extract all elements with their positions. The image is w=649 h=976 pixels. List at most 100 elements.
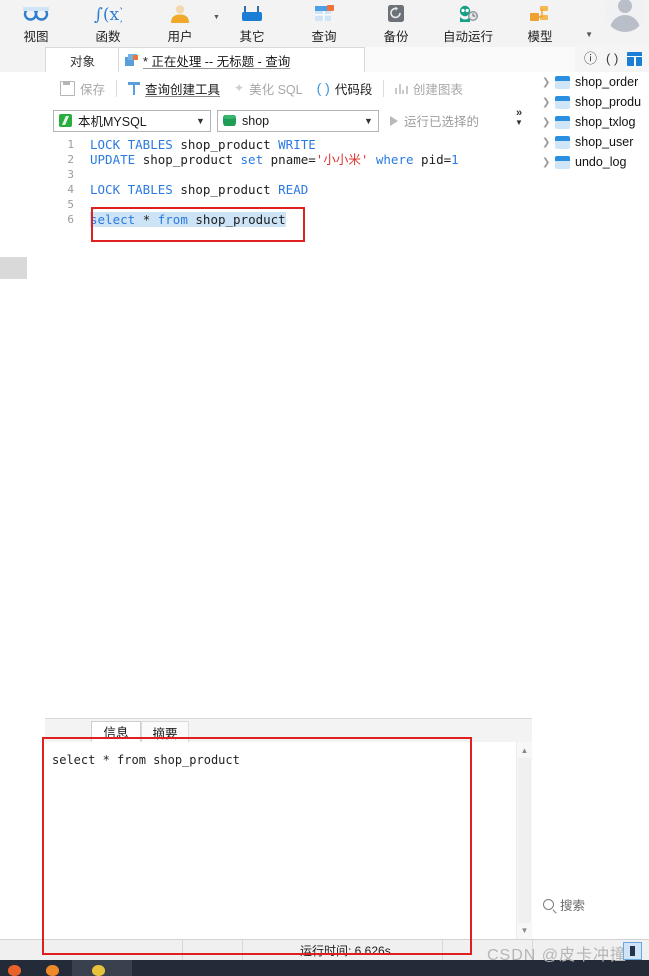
token-number: 1 <box>451 152 459 167</box>
editor-gutter: 1 2 3 4 5 6 <box>45 137 81 718</box>
ribbon-button-function[interactable]: ∫(x) 函数 <box>72 0 144 45</box>
chevron-down-icon[interactable]: ▼ <box>191 111 210 131</box>
line-number: 1 <box>67 138 74 151</box>
other-dropdown-caret-icon[interactable]: ▼ <box>212 13 221 22</box>
create-chart-button[interactable]: 创建图表 <box>388 72 470 104</box>
save-label: 保存 <box>80 82 106 97</box>
database-icon <box>223 114 236 127</box>
chevron-right-icon[interactable]: ❯ <box>542 137 550 148</box>
status-cell-2 <box>182 940 243 961</box>
token-keyword: READ <box>270 182 309 197</box>
tree-item-shop-txlog[interactable]: ❯ shop_txlog <box>532 112 649 132</box>
scrollbar-thumb[interactable] <box>518 758 531 923</box>
search-input[interactable]: 搜索 <box>532 891 649 917</box>
code-line-6: select * from shop_product <box>84 212 532 227</box>
play-icon <box>390 115 398 126</box>
table-icon <box>555 95 570 109</box>
token-keyword: where <box>368 152 422 167</box>
tab-info-label: 信息 <box>103 726 129 740</box>
result-message-panel[interactable]: select * from shop_product ▲ ▼ <box>45 742 533 939</box>
tree-item-undo-log[interactable]: ❯ undo_log <box>532 152 649 172</box>
beautify-sql-button[interactable]: ✦ 美化 SQL <box>227 72 310 104</box>
toolbar-separator <box>116 79 118 97</box>
grid-view-icon[interactable] <box>627 51 643 66</box>
taskbar-item-2[interactable] <box>42 962 66 976</box>
toolbar-overflow-button[interactable]: » ▼ <box>510 108 528 128</box>
table-icon <box>555 115 570 129</box>
collapsed-panel-handle[interactable] <box>0 257 27 279</box>
code-line-4: LOCK TABLES shop_product READ <box>84 182 532 197</box>
save-button[interactable]: 保存 <box>53 72 112 104</box>
run-selected-label: 运行已选择的 <box>404 115 480 129</box>
token-column: pid= <box>421 152 452 167</box>
query-builder-button[interactable]: 查询创建工具 <box>121 72 227 104</box>
ribbon-button-model[interactable]: 模型 <box>504 0 576 45</box>
scroll-up-icon[interactable]: ▲ <box>517 743 532 758</box>
taskbar-item-3[interactable] <box>88 962 112 976</box>
token-keyword: WRITE <box>270 137 316 152</box>
chevron-down-icon-2[interactable]: ▼ <box>359 111 378 131</box>
database-select[interactable]: shop ▼ <box>217 109 379 132</box>
result-tab-bar: 信息 摘要 <box>45 719 532 743</box>
tree-item-shop-product[interactable]: ❯ shop_produ <box>532 92 649 112</box>
avatar-body <box>610 15 640 32</box>
tree-item-shop-user[interactable]: ❯ shop_user <box>532 132 649 152</box>
ribbon-button-query[interactable]: 查询 <box>288 0 360 45</box>
avatar-head <box>618 0 632 13</box>
tab-info[interactable]: 信息 <box>91 721 141 742</box>
token-identifier: shop_product <box>195 212 286 227</box>
table-icon <box>555 155 570 169</box>
tab-object[interactable]: 对象 <box>45 47 120 73</box>
run-time-label: 运行时间: 6.626s <box>300 944 391 958</box>
other-icon <box>240 2 264 25</box>
chevron-right-icon[interactable]: ❯ <box>542 77 550 88</box>
editor-code-area[interactable]: LOCK TABLES shop_product WRITE UPDATE sh… <box>84 137 532 718</box>
chevron-right-icon[interactable]: ❯ <box>542 157 550 168</box>
ribbon-expand-caret-icon[interactable]: ▼ <box>585 30 593 39</box>
ribbon-label-query: 查询 <box>311 30 337 44</box>
query-builder-label: 查询创建工具 <box>145 82 221 97</box>
token-star: * <box>142 212 158 227</box>
save-icon <box>60 80 75 96</box>
watermark-text: CSDN @皮卡冲撞 <box>487 947 628 964</box>
ribbon-button-user[interactable]: 用户 <box>144 0 216 45</box>
ribbon-button-view[interactable]: 视图 <box>0 0 72 45</box>
ribbon-label-function: 函数 <box>95 30 121 44</box>
result-scrollbar[interactable]: ▲ ▼ <box>516 742 532 939</box>
overflow-caret-icon: ▼ <box>515 118 523 127</box>
scroll-down-icon[interactable]: ▼ <box>517 923 532 938</box>
avatar[interactable] <box>605 0 645 32</box>
database-value: shop <box>242 113 270 128</box>
editor-toolbar-primary: 保存 查询创建工具 ✦ 美化 SQL ( ) 代码段 创建图表 <box>45 72 532 104</box>
line-number: 5 <box>67 198 74 211</box>
ribbon-label-backup: 备份 <box>383 30 409 44</box>
table-icon <box>555 75 570 89</box>
run-selected-button[interactable]: 运行已选择的 <box>390 111 479 130</box>
tree-item-label: shop_txlog <box>575 115 636 129</box>
connection-value: 本机MYSQL <box>78 115 147 129</box>
info-icon[interactable]: ⓘ <box>584 52 597 65</box>
token-keyword: set <box>233 152 271 167</box>
query-builder-icon <box>128 81 141 95</box>
code-snippet-button[interactable]: ( ) 代码段 <box>310 72 380 104</box>
tree-item-shop-order[interactable]: ❯ shop_order <box>532 72 649 92</box>
connection-select[interactable]: 本机MYSQL ▼ <box>53 109 211 132</box>
tab-summary-label: 摘要 <box>152 726 178 741</box>
tab-summary[interactable]: 摘要 <box>141 721 189 742</box>
chevron-right-icon[interactable]: ❯ <box>542 117 550 128</box>
ribbon-button-backup[interactable]: 备份 <box>360 0 432 45</box>
taskbar-item-1[interactable] <box>4 962 28 976</box>
query-icon <box>313 2 335 25</box>
chevron-right-icon[interactable]: ❯ <box>542 97 550 108</box>
editor-toolbar-secondary: 本机MYSQL ▼ shop ▼ 运行已选择的 » ▼ <box>45 104 532 137</box>
ribbon-label-automation: 自动运行 <box>442 30 493 44</box>
chart-icon <box>395 83 408 94</box>
parentheses-icon[interactable]: ( ) <box>606 52 618 65</box>
ribbon-button-other[interactable]: 其它 <box>216 0 288 45</box>
sql-editor[interactable]: 1 2 3 4 5 6 LOCK TABLES shop_product WRI… <box>45 137 533 719</box>
tab-query-active[interactable]: * 正在处理 -- 无标题 - 查询 <box>118 47 365 72</box>
search-icon <box>543 899 554 910</box>
ribbon-button-automation[interactable]: 自动运行 <box>432 0 504 45</box>
token-keyword: from <box>157 212 196 227</box>
